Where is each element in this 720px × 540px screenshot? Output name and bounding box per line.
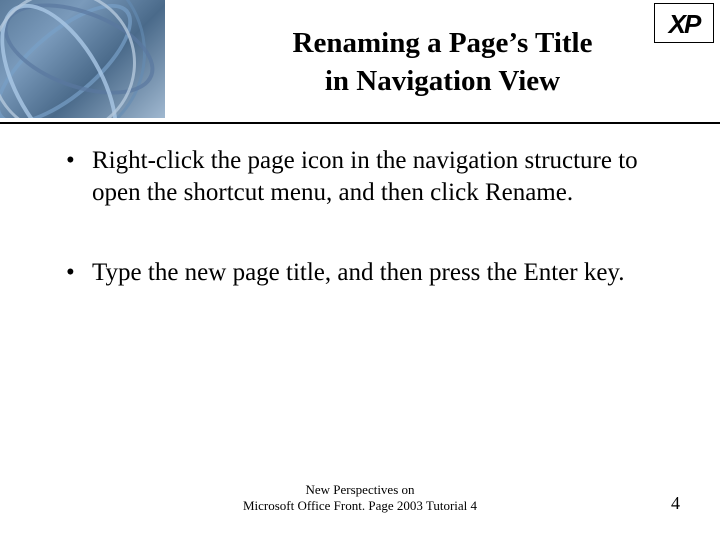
- title-line-1: Renaming a Page’s Title: [293, 27, 593, 59]
- footer-line-2: Microsoft Office Front. Page 2003 Tutori…: [243, 498, 477, 513]
- page-number: 4: [671, 493, 680, 514]
- xp-badge: XP: [654, 3, 714, 43]
- slide-footer: New Perspectives on Microsoft Office Fro…: [0, 482, 720, 522]
- slide-header: XP Renaming a Page’s Title in Navigation…: [0, 0, 720, 110]
- list-item: Right-click the page icon in the navigat…: [60, 145, 670, 209]
- slide-title: Renaming a Page’s Title in Navigation Vi…: [165, 0, 720, 110]
- bullet-list: Right-click the page icon in the navigat…: [60, 145, 670, 289]
- title-line-2: in Navigation View: [325, 65, 560, 97]
- header-underline: [0, 122, 720, 124]
- footer-line-1: New Perspectives on: [305, 482, 414, 497]
- list-item: Type the new page title, and then press …: [60, 257, 670, 289]
- slide-body: Right-click the page icon in the navigat…: [0, 110, 720, 289]
- decorative-sphere-image: [0, 0, 165, 118]
